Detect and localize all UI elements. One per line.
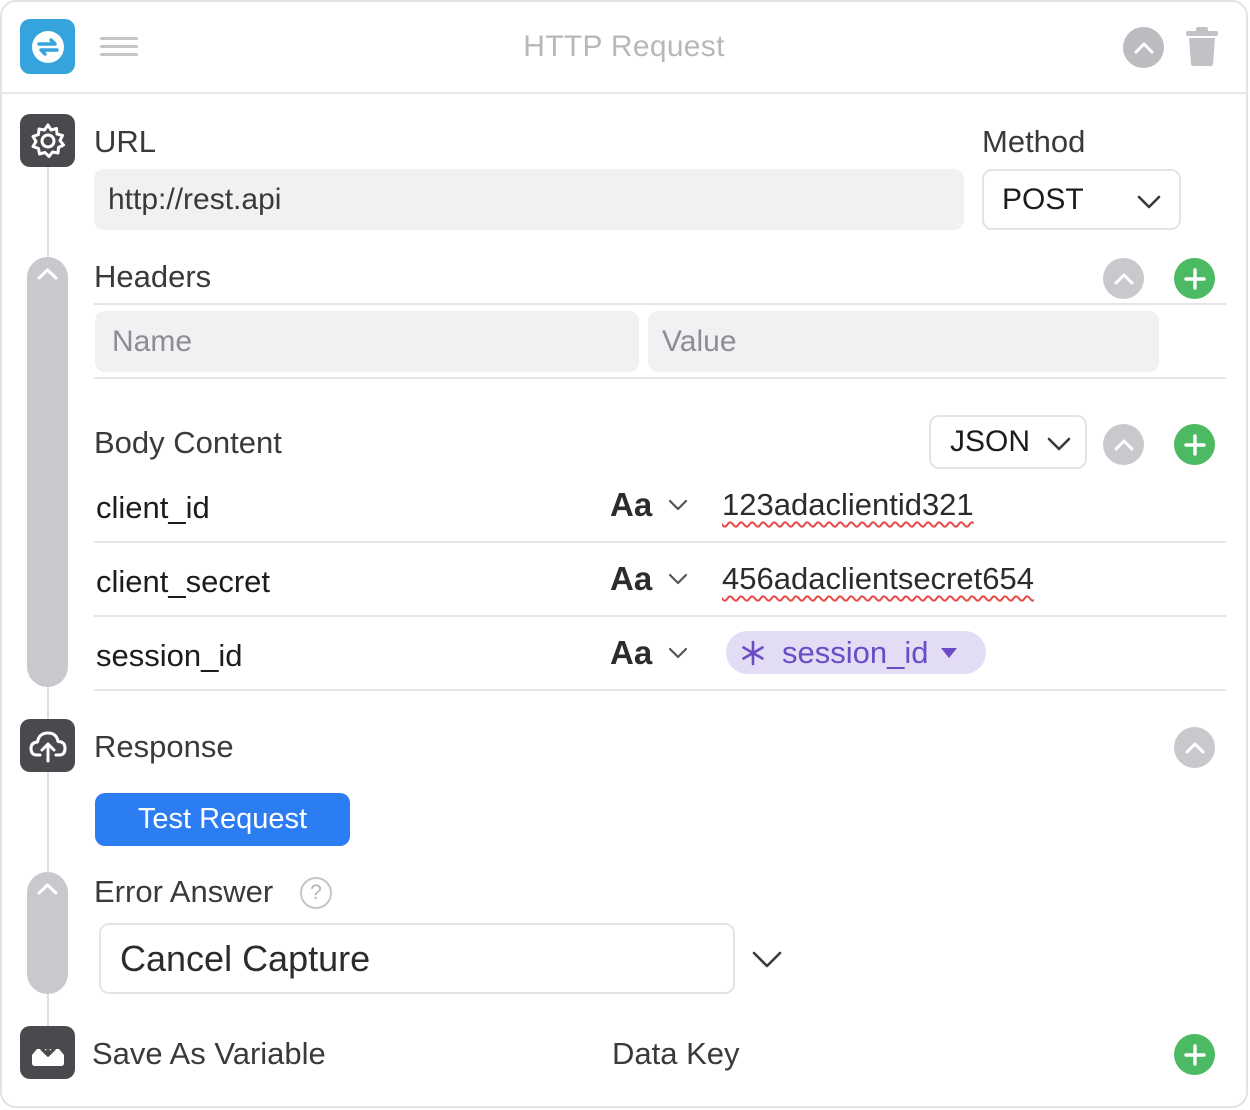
chevron-down-icon[interactable] xyxy=(668,573,688,585)
row-divider xyxy=(94,615,1226,617)
collapse-response-button[interactable] xyxy=(1174,727,1215,768)
error-answer-label: Error Answer xyxy=(94,874,274,909)
type-selector[interactable]: Aa xyxy=(610,486,652,524)
collapse-headers-button[interactable] xyxy=(1103,258,1144,299)
chevron-up-icon xyxy=(1185,742,1204,753)
help-icon[interactable]: ? xyxy=(300,877,332,909)
trash-icon[interactable] xyxy=(1185,26,1219,66)
plus-icon xyxy=(1183,267,1206,290)
header-divider xyxy=(2,92,1246,94)
rail-line xyxy=(47,687,49,719)
add-header-button[interactable] xyxy=(1174,258,1215,299)
headers-divider xyxy=(94,303,1226,305)
body-format-select[interactable]: JSON xyxy=(929,415,1087,469)
caret-down-icon xyxy=(941,647,958,658)
data-key-label: Data Key xyxy=(612,1036,740,1071)
url-label: URL xyxy=(94,124,157,159)
collapse-body-button[interactable] xyxy=(1103,424,1144,465)
collapse-request-pill[interactable] xyxy=(27,257,68,687)
body-row-key[interactable]: client_secret xyxy=(96,564,270,600)
method-label: Method xyxy=(982,124,1086,159)
chevron-up-icon xyxy=(1114,273,1133,284)
chevron-up-icon xyxy=(1134,42,1153,53)
add-variable-button[interactable] xyxy=(1174,1034,1215,1075)
chevron-down-icon[interactable] xyxy=(752,951,782,969)
error-answer-select[interactable]: Cancel Capture xyxy=(99,923,735,994)
body-format-value: JSON xyxy=(950,425,1031,458)
asterisk-icon xyxy=(742,640,764,665)
error-answer-value: Cancel Capture xyxy=(120,937,371,979)
headers-label: Headers xyxy=(94,259,212,294)
body-row-key[interactable]: client_id xyxy=(96,490,210,526)
body-content-label: Body Content xyxy=(94,425,282,460)
method-select[interactable]: POST xyxy=(982,169,1181,230)
add-body-field-button[interactable] xyxy=(1174,424,1215,465)
rail-line xyxy=(47,994,49,1026)
body-row-key[interactable]: session_id xyxy=(96,638,242,674)
row-divider xyxy=(94,541,1226,543)
chevron-down-icon[interactable] xyxy=(668,647,688,659)
download-tray-icon xyxy=(20,1026,75,1079)
body-row-value[interactable]: 456adaclientsecret654 xyxy=(722,561,1034,597)
rail-line xyxy=(47,772,49,872)
type-selector[interactable]: Aa xyxy=(610,634,652,672)
collapse-response-pill[interactable] xyxy=(27,872,68,994)
row-divider xyxy=(94,689,1226,691)
http-request-card: HTTP Request URL Method http://rest.api … xyxy=(0,0,1248,1108)
plus-icon xyxy=(1183,433,1206,456)
test-request-button[interactable]: Test Request xyxy=(95,793,350,846)
header-name-input[interactable]: Name xyxy=(95,311,639,372)
chevron-up-icon xyxy=(37,883,58,895)
method-value: POST xyxy=(1002,182,1084,216)
chevron-up-icon xyxy=(37,268,58,280)
rail-line xyxy=(47,167,49,262)
body-row-value[interactable]: 123adaclientid321 xyxy=(722,487,974,523)
url-input[interactable]: http://rest.api xyxy=(94,169,964,230)
plus-icon xyxy=(1183,1043,1206,1066)
gear-icon xyxy=(20,114,75,167)
chevron-down-icon xyxy=(1137,195,1161,209)
type-selector[interactable]: Aa xyxy=(610,560,652,598)
variable-token-label: session_id xyxy=(782,634,929,670)
collapse-card-button[interactable] xyxy=(1123,27,1164,68)
header-value-input[interactable]: Value xyxy=(648,311,1159,372)
response-label: Response xyxy=(94,729,234,764)
save-as-variable-label: Save As Variable xyxy=(92,1036,326,1071)
page-title: HTTP Request xyxy=(523,30,725,63)
chevron-down-icon[interactable] xyxy=(668,499,688,511)
chevron-up-icon xyxy=(1114,439,1133,450)
chevron-down-icon xyxy=(1047,437,1071,451)
variable-token[interactable]: session_id xyxy=(726,631,986,674)
cloud-upload-icon xyxy=(20,719,75,772)
headers-bottom-divider xyxy=(94,377,1226,379)
